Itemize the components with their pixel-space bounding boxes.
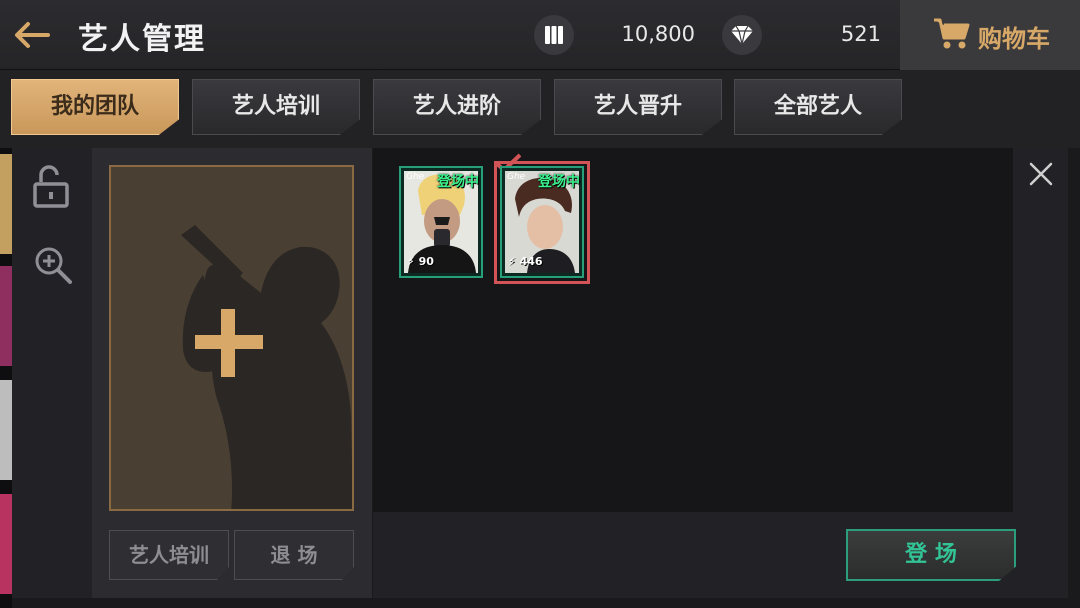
tab-all-artists[interactable]: 全部艺人 xyxy=(734,79,902,135)
cart-label: 购物车 xyxy=(978,25,1050,53)
close-icon[interactable] xyxy=(1027,160,1055,188)
singer-silhouette-icon xyxy=(111,167,352,509)
tab-artist-advance[interactable]: 艺人进阶 xyxy=(373,79,541,135)
card-logo: Ghe xyxy=(507,172,526,182)
card-power: ⚡ 90 xyxy=(407,255,434,268)
card-power-value: 446 xyxy=(519,255,543,268)
empty-artist-slot[interactable] xyxy=(109,165,354,511)
artist-card-grid: Ghe 登场中 ⚡ 90 Ghe 登场中 ⚡ 446 xyxy=(373,148,1013,512)
diamond-icon xyxy=(722,15,762,55)
card-logo: Ghe xyxy=(406,172,425,182)
debut-button[interactable]: 登 场 xyxy=(846,529,1016,581)
tab-artist-promotion[interactable]: 艺人晋升 xyxy=(554,79,722,135)
on-stage-badge: 登场中 xyxy=(538,174,580,190)
page-title: 艺人管理 xyxy=(78,22,206,57)
strip-item xyxy=(0,154,12,254)
cart-icon xyxy=(934,18,970,49)
artist-training-button[interactable]: 艺人培训 xyxy=(109,530,229,580)
resource2-value: 521 xyxy=(840,22,881,46)
strip-item xyxy=(0,494,12,594)
left-edge-strip xyxy=(0,148,12,608)
on-stage-badge: 登场中 xyxy=(437,174,479,190)
zoom-in-icon[interactable] xyxy=(32,244,74,286)
detail-panel: 艺人培训 退 场 xyxy=(92,148,372,598)
strip-item xyxy=(0,380,12,480)
tab-bar: 我的团队 艺人培训 艺人进阶 艺人晋升 全部艺人 xyxy=(0,70,1080,148)
back-arrow-icon[interactable] xyxy=(10,15,54,55)
exit-stage-button[interactable]: 退 场 xyxy=(234,530,354,580)
card-power: ⚡ 446 xyxy=(508,255,543,268)
close-column xyxy=(1013,148,1068,512)
artist-card[interactable]: Ghe 登场中 ⚡ 90 xyxy=(399,166,483,278)
tab-artist-training[interactable]: 艺人培训 xyxy=(192,79,360,135)
card-power-value: 90 xyxy=(418,255,434,268)
unlock-icon[interactable] xyxy=(32,164,72,210)
bottom-action-bar: 登 场 xyxy=(373,512,1068,598)
side-tools xyxy=(12,148,92,598)
resource-card-icon xyxy=(534,15,574,55)
resource1-value: 10,800 xyxy=(621,22,695,46)
top-bar: 艺人管理 10,800 521 购物车 xyxy=(0,0,1080,70)
tab-my-team[interactable]: 我的团队 xyxy=(11,79,179,135)
artist-card-selected[interactable]: Ghe 登场中 ⚡ 446 xyxy=(500,166,584,278)
shopping-cart-button[interactable]: 购物车 xyxy=(900,0,1080,70)
strip-item xyxy=(0,266,12,366)
